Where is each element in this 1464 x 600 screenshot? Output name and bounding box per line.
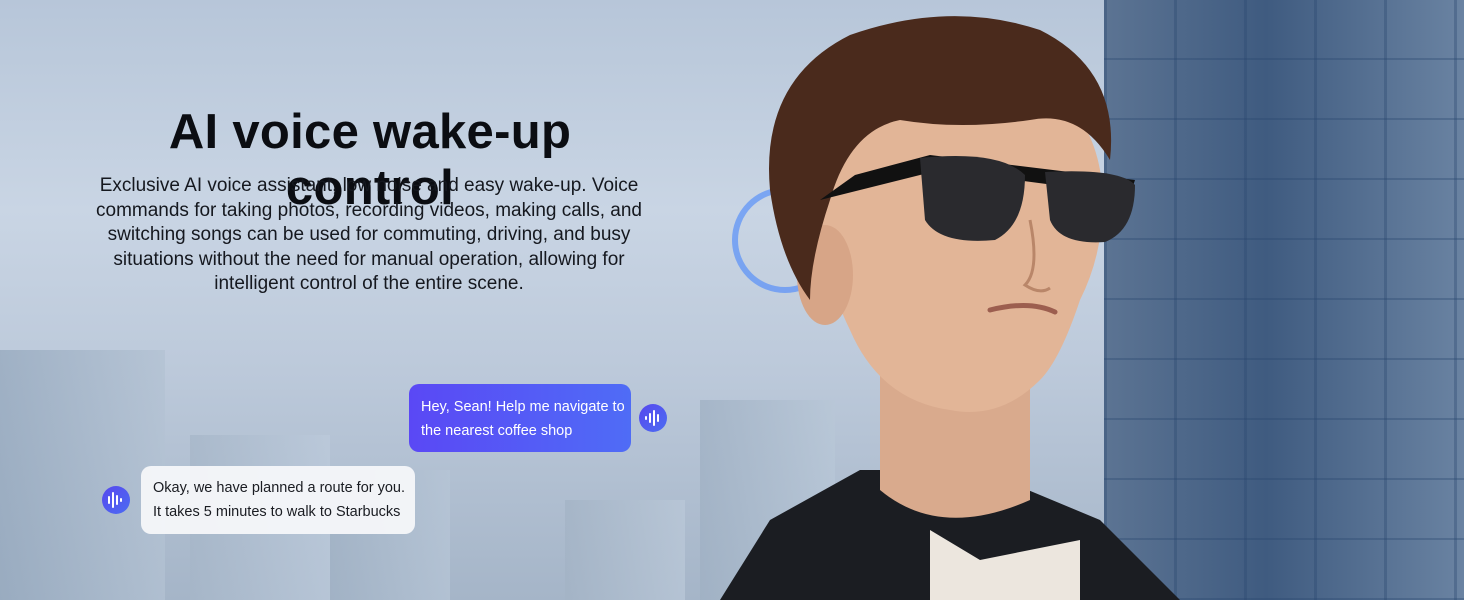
background-building <box>565 500 685 600</box>
user-message-line: the nearest coffee shop <box>421 423 573 439</box>
model-wearing-smart-glasses <box>700 0 1220 600</box>
user-chat-bubble: Hey, Sean! Help me navigate to the neare… <box>409 384 631 452</box>
assistant-chat-bubble: Okay, we have planned a route for you. I… <box>141 466 415 534</box>
person-illustration <box>720 16 1180 600</box>
voice-wave-icon <box>639 404 667 432</box>
voice-wave-icon <box>102 486 130 514</box>
voice-wave-icon-glyph <box>645 410 659 426</box>
user-message-line: Hey, Sean! Help me navigate to <box>421 399 625 415</box>
glasses-left-lens <box>920 156 1025 241</box>
glasses-right-lens <box>1045 171 1135 243</box>
assistant-message-line: Okay, we have planned a route for you. <box>153 480 406 496</box>
assistant-message-line: It takes 5 minutes to walk to Starbucks <box>153 504 401 520</box>
feature-description: Exclusive AI voice assistant, low noise … <box>96 175 642 295</box>
voice-wave-icon-glyph <box>108 492 122 508</box>
